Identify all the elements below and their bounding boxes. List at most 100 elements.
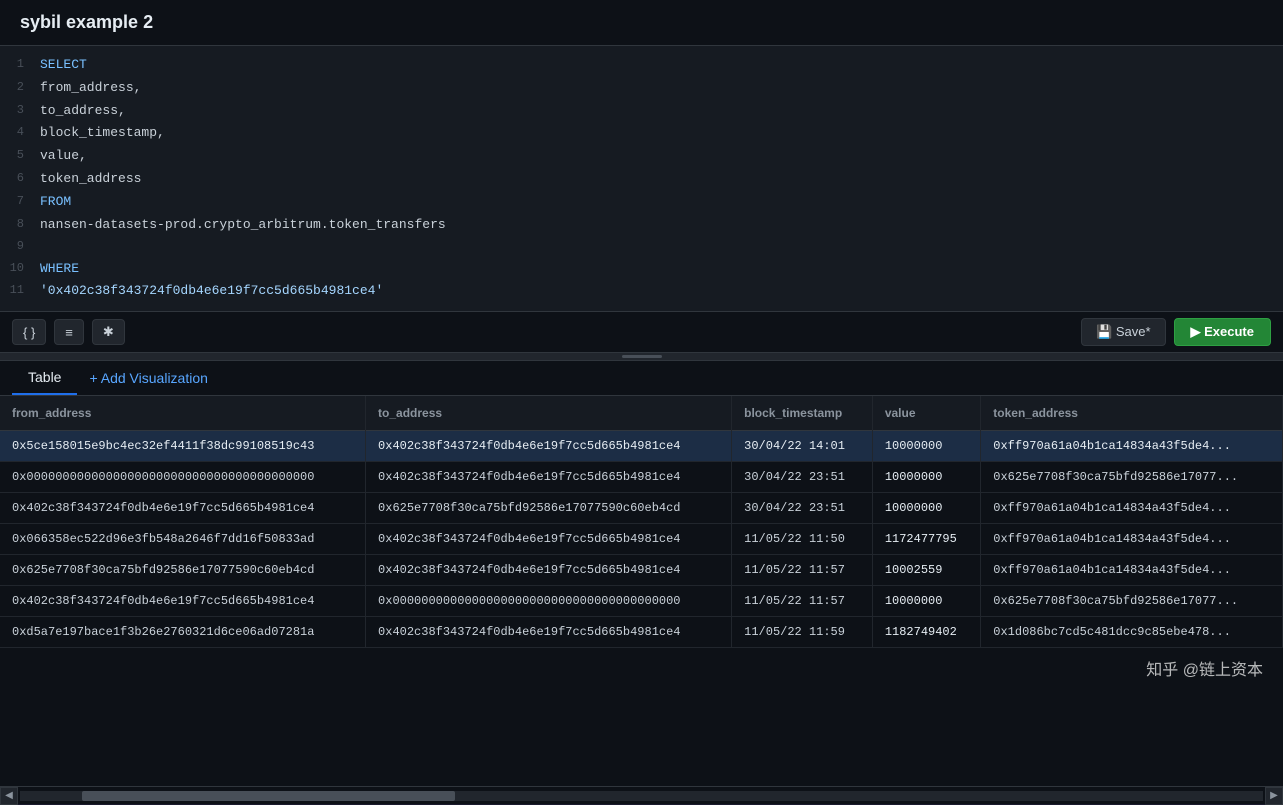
code-line: 4 block_timestamp, — [0, 122, 1283, 145]
code-line: 7FROM — [0, 191, 1283, 214]
execute-button[interactable]: ▶ Execute — [1174, 318, 1271, 346]
code-line: 9 — [0, 236, 1283, 257]
cell-from_address: 0x5ce158015e9bc4ec32ef4411f38dc99108519c… — [0, 431, 366, 462]
line-content: from_address, — [40, 78, 141, 99]
line-number: 2 — [0, 78, 40, 97]
code-line: 3 to_address, — [0, 100, 1283, 123]
results-area: Table + Add Visualization from_address t… — [0, 361, 1283, 804]
cell-to_address: 0x402c38f343724f0db4e6e19f7cc5d665b4981c… — [366, 617, 732, 648]
line-content: '0x402c38f343724f0db4e6e19f7cc5d665b4981… — [40, 281, 383, 302]
page-title: sybil example 2 — [20, 12, 153, 32]
cell-from_address: 0x00000000000000000000000000000000000000… — [0, 462, 366, 493]
tab-table[interactable]: Table — [12, 361, 77, 395]
toolbar-left: { } ≡ ✱ — [12, 319, 125, 345]
cell-block_timestamp: 30/04/22 14:01 — [732, 431, 873, 462]
line-content: value, — [40, 146, 87, 167]
toolbar-right: 💾 Save* ▶ Execute — [1081, 318, 1271, 346]
table-container[interactable]: from_address to_address block_timestamp … — [0, 396, 1283, 786]
line-content: to_address, — [40, 101, 126, 122]
col-to-address: to_address — [366, 396, 732, 431]
cell-token_address: 0xff970a61a04b1ca14834a43f5de4... — [981, 493, 1283, 524]
cell-from_address: 0xd5a7e197bace1f3b26e2760321d6ce06ad0728… — [0, 617, 366, 648]
cell-value: 1172477795 — [872, 524, 980, 555]
scrollbar-track[interactable] — [20, 791, 1263, 801]
col-token-address: token_address — [981, 396, 1283, 431]
line-number: 5 — [0, 146, 40, 165]
cell-token_address: 0x625e7708f30ca75bfd92586e17077... — [981, 586, 1283, 617]
line-number: 9 — [0, 237, 40, 256]
line-number: 11 — [0, 281, 40, 300]
line-number: 3 — [0, 101, 40, 120]
col-value: value — [872, 396, 980, 431]
cell-value: 10000000 — [872, 431, 980, 462]
cell-to_address: 0x402c38f343724f0db4e6e19f7cc5d665b4981c… — [366, 462, 732, 493]
line-number: 1 — [0, 55, 40, 74]
code-editor[interactable]: 1SELECT2 from_address,3 to_address,4 blo… — [0, 46, 1283, 312]
cell-to_address: 0x402c38f343724f0db4e6e19f7cc5d665b4981c… — [366, 431, 732, 462]
cell-to_address: 0x625e7708f30ca75bfd92586e17077590c60eb4… — [366, 493, 732, 524]
cell-from_address: 0x402c38f343724f0db4e6e19f7cc5d665b4981c… — [0, 586, 366, 617]
cell-from_address: 0x625e7708f30ca75bfd92586e17077590c60eb4… — [0, 555, 366, 586]
line-content: SELECT — [40, 55, 87, 76]
cell-value: 1182749402 — [872, 617, 980, 648]
line-content: WHERE — [40, 259, 79, 280]
code-line: 1SELECT — [0, 54, 1283, 77]
cell-block_timestamp: 11/05/22 11:59 — [732, 617, 873, 648]
cell-block_timestamp: 11/05/22 11:57 — [732, 586, 873, 617]
cell-value: 10000000 — [872, 493, 980, 524]
line-number: 4 — [0, 123, 40, 142]
cell-to_address: 0x402c38f343724f0db4e6e19f7cc5d665b4981c… — [366, 555, 732, 586]
format-btn[interactable]: ≡ — [54, 319, 84, 345]
table-row: 0x402c38f343724f0db4e6e19f7cc5d665b4981c… — [0, 586, 1283, 617]
line-number: 6 — [0, 169, 40, 188]
table-row: 0x00000000000000000000000000000000000000… — [0, 462, 1283, 493]
tabs-row: Table + Add Visualization — [0, 361, 1283, 396]
line-number: 7 — [0, 192, 40, 211]
scrollbar-thumb[interactable] — [82, 791, 455, 801]
code-line: 8 nansen-datasets-prod.crypto_arbitrum.t… — [0, 214, 1283, 237]
resize-divider[interactable] — [0, 353, 1283, 361]
line-content: block_timestamp, — [40, 123, 165, 144]
line-number: 8 — [0, 215, 40, 234]
extra-btn[interactable]: ✱ — [92, 319, 125, 345]
line-content: nansen-datasets-prod.crypto_arbitrum.tok… — [40, 215, 446, 236]
cell-from_address: 0x066358ec522d96e3fb548a2646f7dd16f50833… — [0, 524, 366, 555]
code-line: 5 value, — [0, 145, 1283, 168]
cell-value: 10000000 — [872, 462, 980, 493]
line-content: token_address — [40, 169, 141, 190]
table-row: 0x625e7708f30ca75bfd92586e17077590c60eb4… — [0, 555, 1283, 586]
line-number: 10 — [0, 259, 40, 278]
col-block-timestamp: block_timestamp — [732, 396, 873, 431]
table-row: 0xd5a7e197bace1f3b26e2760321d6ce06ad0728… — [0, 617, 1283, 648]
line-content: FROM — [40, 192, 71, 213]
cell-value: 10002559 — [872, 555, 980, 586]
cell-block_timestamp: 11/05/22 11:57 — [732, 555, 873, 586]
results-table: from_address to_address block_timestamp … — [0, 396, 1283, 648]
cell-token_address: 0xff970a61a04b1ca14834a43f5de4... — [981, 431, 1283, 462]
code-line: 2 from_address, — [0, 77, 1283, 100]
cell-token_address: 0xff970a61a04b1ca14834a43f5de4... — [981, 524, 1283, 555]
col-from-address: from_address — [0, 396, 366, 431]
toolbar: { } ≡ ✱ 💾 Save* ▶ Execute — [0, 312, 1283, 353]
horizontal-scrollbar[interactable]: ◀ ▶ — [0, 786, 1283, 804]
cell-to_address: 0x00000000000000000000000000000000000000… — [366, 586, 732, 617]
cell-token_address: 0x625e7708f30ca75bfd92586e17077... — [981, 462, 1283, 493]
table-row: 0x402c38f343724f0db4e6e19f7cc5d665b4981c… — [0, 493, 1283, 524]
table-row: 0x5ce158015e9bc4ec32ef4411f38dc99108519c… — [0, 431, 1283, 462]
cell-token_address: 0x1d086bc7cd5c481dcc9c85ebe478... — [981, 617, 1283, 648]
table-row: 0x066358ec522d96e3fb548a2646f7dd16f50833… — [0, 524, 1283, 555]
code-line: 6 token_address — [0, 168, 1283, 191]
scroll-right-btn[interactable]: ▶ — [1265, 787, 1283, 805]
cell-block_timestamp: 30/04/22 23:51 — [732, 462, 873, 493]
cell-value: 10000000 — [872, 586, 980, 617]
add-visualization-btn[interactable]: + Add Visualization — [77, 362, 219, 394]
code-line: 10WHERE — [0, 258, 1283, 281]
cell-block_timestamp: 30/04/22 23:51 — [732, 493, 873, 524]
code-line: 11 '0x402c38f343724f0db4e6e19f7cc5d665b4… — [0, 280, 1283, 303]
json-btn[interactable]: { } — [12, 319, 46, 345]
save-button[interactable]: 💾 Save* — [1081, 318, 1166, 346]
cell-to_address: 0x402c38f343724f0db4e6e19f7cc5d665b4981c… — [366, 524, 732, 555]
app-header: sybil example 2 — [0, 0, 1283, 46]
cell-from_address: 0x402c38f343724f0db4e6e19f7cc5d665b4981c… — [0, 493, 366, 524]
scroll-left-btn[interactable]: ◀ — [0, 787, 18, 805]
